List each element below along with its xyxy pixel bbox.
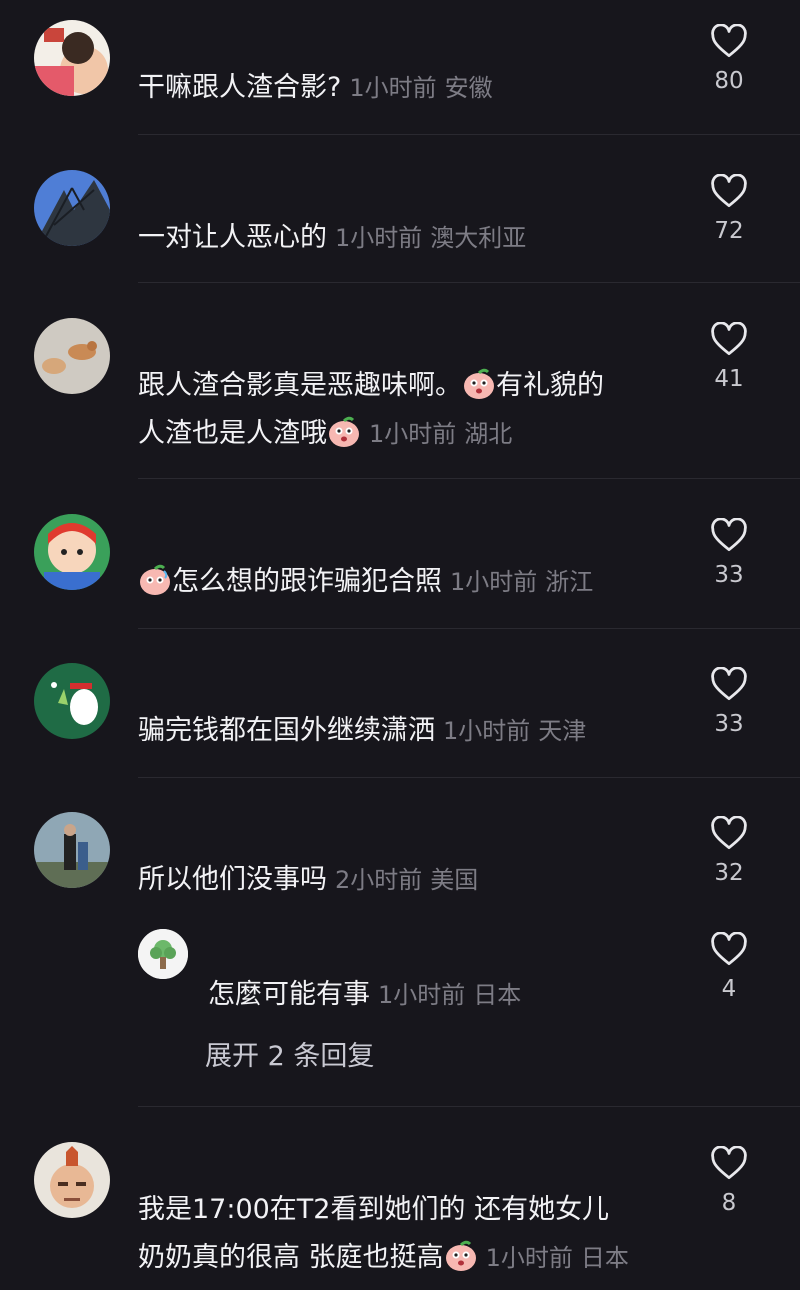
- avatar[interactable]: [34, 318, 110, 394]
- like-button[interactable]: 41: [686, 322, 772, 392]
- like-count: 32: [714, 860, 744, 886]
- like-count: 8: [721, 1190, 737, 1216]
- reply-avatar[interactable]: [138, 929, 188, 979]
- like-button[interactable]: 8: [686, 1146, 772, 1216]
- like-count: 80: [714, 68, 744, 94]
- divider: [138, 134, 800, 135]
- divider: [138, 777, 800, 778]
- comment-text: 我是17:00在T2看到她们的 还有她女儿 奶奶真的很高 张庭也挺高 1小时前 日本: [138, 1186, 698, 1282]
- reply-location: 日本: [473, 981, 522, 1009]
- avatar[interactable]: [34, 170, 110, 246]
- divider: [138, 478, 800, 479]
- comment-content: 骗完钱都在国外继续潇洒: [138, 715, 435, 746]
- divider: [138, 282, 800, 283]
- like-button[interactable]: 72: [686, 174, 772, 244]
- heart-outline-icon: [711, 24, 747, 58]
- peach-face-emoji: [464, 368, 494, 399]
- comment-list: 干嘛跟人渣合影? 1小时前 安徽 80 一对让人恶心的 1小时前 澳大利亚 72 跟人渣…: [0, 0, 800, 1290]
- comment-location: 日本: [580, 1244, 629, 1272]
- comment-location: 湖北: [464, 420, 513, 448]
- comment-content-line2: 人渣也是人渣哦: [138, 418, 327, 449]
- heart-outline-icon: [711, 932, 747, 966]
- comment-content-line2: 奶奶真的很高 张庭也挺高: [138, 1242, 444, 1273]
- like-count: 33: [714, 562, 744, 588]
- peach-face-emoji: [329, 416, 359, 447]
- comment-time: 1小时前: [450, 568, 538, 596]
- heart-outline-icon: [711, 667, 747, 701]
- avatar[interactable]: [34, 514, 110, 590]
- comment-content-line1: 我是17:00在T2看到她们的 还有她女儿: [138, 1194, 610, 1225]
- comment-content: 所以他们没事吗: [138, 864, 327, 895]
- comment-time: 1小时前: [369, 420, 457, 448]
- comment-time: 1小时前: [349, 74, 437, 102]
- comment-location: 澳大利亚: [430, 224, 527, 252]
- heart-outline-icon: [711, 174, 747, 208]
- comment-time: 1小时前: [443, 717, 531, 745]
- comment-content: 怎么想的跟诈骗犯合照: [172, 566, 442, 597]
- avatar[interactable]: [34, 20, 110, 96]
- reply-like-count: 4: [721, 976, 737, 1002]
- like-count: 33: [714, 711, 744, 737]
- comment-text: 一对让人恶心的 1小时前 澳大利亚: [138, 214, 698, 262]
- reply-content: 怎麼可能有事: [208, 979, 370, 1010]
- comment-location: 天津: [538, 717, 587, 745]
- heart-outline-icon: [711, 816, 747, 850]
- reply-text: 怎麼可能有事 1小时前 日本: [208, 971, 521, 1019]
- reply-like-button[interactable]: 4: [686, 932, 772, 1002]
- divider: [138, 1106, 800, 1107]
- comment-content: 干嘛跟人渣合影?: [138, 72, 342, 103]
- comment-text: 干嘛跟人渣合影? 1小时前 安徽: [138, 64, 698, 112]
- like-button[interactable]: 80: [686, 24, 772, 94]
- like-count: 41: [714, 366, 744, 392]
- comment-text: 骗完钱都在国外继续潇洒 1小时前 天津: [138, 707, 698, 755]
- comment-location: 美国: [430, 866, 479, 894]
- comment-content: 一对让人恶心的: [138, 222, 327, 253]
- comment-time: 1小时前: [335, 224, 423, 252]
- comment-location: 浙江: [545, 568, 594, 596]
- comment-text: 所以他们没事吗 2小时前 美国: [138, 856, 698, 904]
- expand-replies-button[interactable]: 展开 2 条回复: [205, 1034, 374, 1073]
- peach-face-emoji: [445, 1240, 476, 1271]
- avatar[interactable]: [34, 1142, 110, 1218]
- comment-text: 怎么想的跟诈骗犯合照 1小时前 浙江: [138, 558, 698, 606]
- like-button[interactable]: 33: [686, 518, 772, 588]
- comment-location: 安徽: [444, 74, 493, 102]
- like-count: 72: [714, 218, 744, 244]
- comment-content-line1b: 有礼貌的: [496, 370, 604, 401]
- reply-time: 1小时前: [378, 981, 466, 1009]
- comment-text: 跟人渣合影真是恶趣味啊。 有礼貌的人渣也是人渣哦 1小时前 湖北: [138, 362, 698, 458]
- heart-outline-icon: [711, 518, 747, 552]
- comment-time: 2小时前: [335, 866, 423, 894]
- avatar[interactable]: [34, 663, 110, 739]
- peach-face-emoji: [140, 564, 170, 595]
- heart-outline-icon: [711, 322, 747, 356]
- divider: [138, 628, 800, 629]
- comment-content-line1: 跟人渣合影真是恶趣味啊。: [138, 370, 462, 401]
- comment-time: 1小时前: [485, 1244, 573, 1272]
- like-button[interactable]: 32: [686, 816, 772, 886]
- avatar[interactable]: [34, 812, 110, 888]
- heart-outline-icon: [711, 1146, 747, 1180]
- like-button[interactable]: 33: [686, 667, 772, 737]
